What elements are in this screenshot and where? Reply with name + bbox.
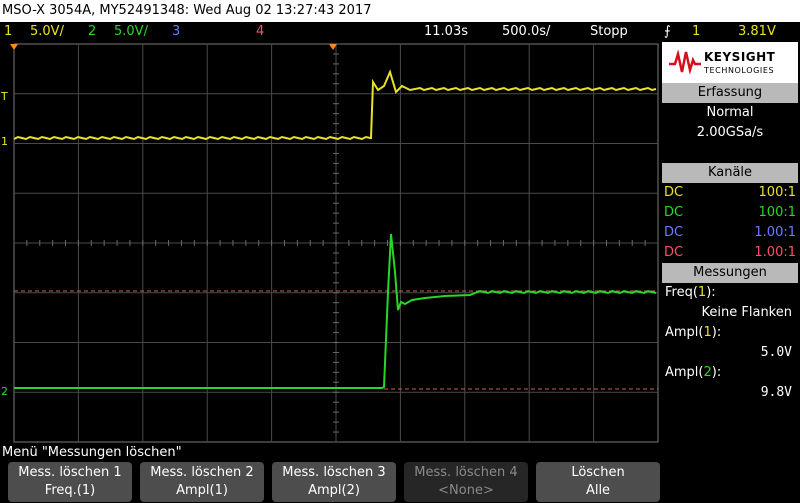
measurement-value: Keine Flanken [701, 305, 792, 320]
ch4-probe: 1.00:1 [754, 245, 796, 260]
ch4-coupling: DC [664, 245, 684, 260]
ch2-scale[interactable]: 5.0V/ [114, 22, 148, 42]
measurement-value: 5.0V [760, 345, 792, 360]
run-state[interactable]: Stopp [590, 22, 628, 42]
ch2-probe: 100:1 [758, 205, 796, 220]
waveform-display[interactable]: T 1 2 [0, 42, 660, 444]
ch3-coupling: DC [664, 225, 684, 240]
softkey-label: Löschen [571, 465, 625, 480]
trigger-level[interactable]: 3.81V [738, 22, 776, 42]
keysight-wave-icon [669, 50, 701, 74]
softkey-value: Freq.(1) [44, 483, 96, 498]
ch1-coupling: DC [664, 185, 684, 200]
ch2-coupling: DC [664, 205, 684, 220]
channel-row-2[interactable]: DC 100:1 [662, 203, 798, 223]
ch1-ground-marker[interactable]: 1 [1, 135, 8, 148]
brand-name: KEYSIGHT [704, 50, 776, 64]
trigger-channel[interactable]: 1 [692, 22, 700, 42]
acquisition-info: Normal 2.00GSa/s [662, 103, 798, 143]
softkey-label: Mess. löschen 3 [282, 465, 386, 480]
softkey-bar: Mess. löschen 1 Freq.(1) Mess. löschen 2… [0, 462, 800, 503]
trigger-level-marker: T [0, 90, 8, 103]
softkey-clear-all[interactable]: Löschen Alle [536, 462, 660, 502]
softkey-clear-meas-2[interactable]: Mess. löschen 2 Ampl(1) [140, 462, 264, 502]
channel-row-4[interactable]: DC 1.00:1 [662, 243, 798, 263]
channel-row-1[interactable]: DC 100:1 [662, 183, 798, 203]
delay-marker-icon [10, 44, 18, 50]
trigger-edge-icon: ⨍ [664, 24, 671, 39]
softkey-clear-meas-3[interactable]: Mess. löschen 3 Ampl(2) [272, 462, 396, 502]
measurement-name: Freq(1): [665, 285, 716, 300]
measurement-item[interactable]: Ampl(2): 9.8V [662, 364, 798, 404]
time-scale[interactable]: 500.0s/ [502, 22, 550, 42]
brand-subtitle: TECHNOLOGIES [704, 66, 775, 75]
right-info-panel: KEYSIGHT TECHNOLOGIES Erfassung Normal 2… [660, 42, 800, 444]
acquisition-mode: Normal [706, 105, 754, 120]
measurement-item[interactable]: Freq(1): Keine Flanken [662, 284, 798, 324]
softkey-clear-meas-4[interactable]: Mess. löschen 4 <None> [404, 462, 528, 502]
measurement-name: Ampl(1): [665, 325, 722, 340]
window-title: MSO-X 3054A, MY52491348: Wed Aug 02 13:2… [0, 0, 800, 22]
brand-logo: KEYSIGHT TECHNOLOGIES [662, 42, 798, 84]
softkey-value: <None> [438, 483, 494, 498]
channel-row-3[interactable]: DC 1.00:1 [662, 223, 798, 243]
softkey-label: Mess. löschen 4 [414, 465, 518, 480]
ch1-number[interactable]: 1 [4, 22, 12, 42]
ch4-number[interactable]: 4 [256, 22, 264, 42]
softkey-label: Mess. löschen 1 [18, 465, 122, 480]
menu-title: Menü "Messungen löschen" [0, 444, 800, 462]
status-bar: 1 5.0V/ 2 5.0V/ 3 4 11.03s 500.0s/ Stopp… [0, 22, 800, 42]
ch3-probe: 1.00:1 [754, 225, 796, 240]
measurements-header: Messungen [662, 263, 798, 283]
ch1-probe: 100:1 [758, 185, 796, 200]
graticule [13, 43, 659, 443]
channels-header: Kanäle [662, 163, 798, 183]
ch2-number[interactable]: 2 [88, 22, 96, 42]
time-position[interactable]: 11.03s [424, 22, 468, 42]
softkey-value: Ampl(2) [308, 483, 360, 498]
softkey-clear-meas-1[interactable]: Mess. löschen 1 Freq.(1) [8, 462, 132, 502]
measurement-item[interactable]: Ampl(1): 5.0V [662, 324, 798, 364]
channels-list: DC 100:1 DC 100:1 DC 1.00:1 DC 1.00:1 [662, 183, 798, 263]
acquisition-header: Erfassung [662, 83, 798, 103]
measurement-value: 9.8V [760, 385, 792, 400]
ch3-number[interactable]: 3 [172, 22, 180, 42]
ch1-trace [13, 69, 657, 141]
measurement-name: Ampl(2): [665, 365, 722, 380]
sample-rate: 2.00GSa/s [696, 125, 764, 140]
softkey-value: Alle [585, 483, 611, 498]
ch2-trace [14, 233, 657, 389]
ch1-scale[interactable]: 5.0V/ [30, 22, 64, 42]
softkey-label: Mess. löschen 2 [150, 465, 254, 480]
softkey-value: Ampl(1) [176, 483, 228, 498]
ch2-ground-marker[interactable]: 2 [1, 385, 8, 398]
